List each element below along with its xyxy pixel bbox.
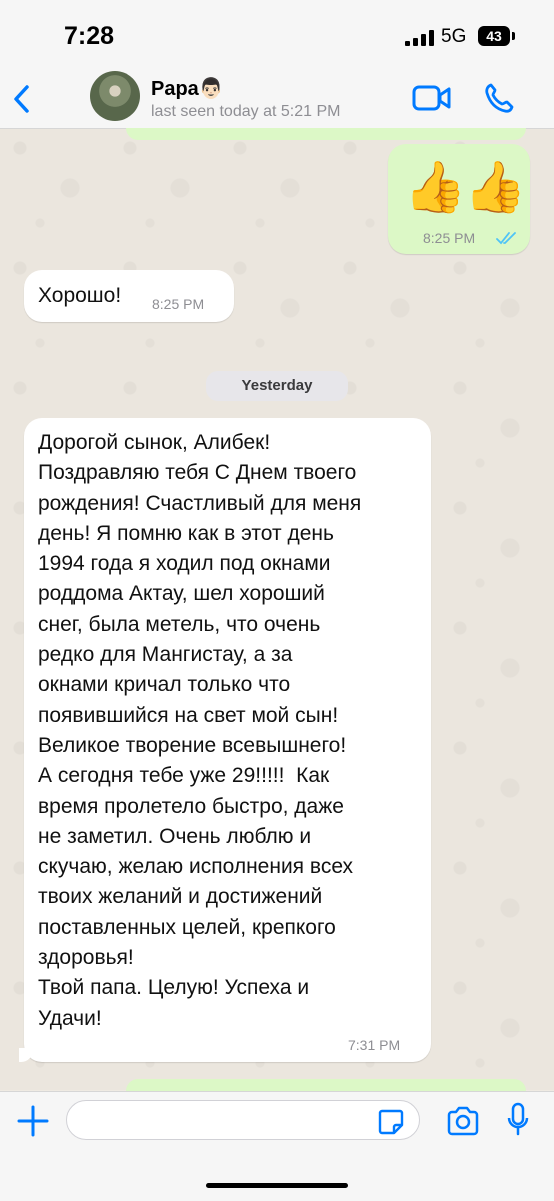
previous-message-peek (126, 128, 526, 140)
message-line: Поздравляю тебя С Днем твоего (38, 461, 357, 485)
message-line: Твой папа. Целую! Успеха и (38, 976, 310, 1000)
message-line: 1994 года я ходил под окнами (38, 552, 331, 576)
message-line: роддома Актау, шел хороший (38, 582, 325, 606)
message-time: 7:31 PM (348, 1037, 401, 1053)
message-line: твоих желаний и достижений (38, 885, 323, 909)
message-line: поставленных целей, крепкого (38, 915, 336, 939)
message-line: день! Я помню как в этот день (38, 521, 334, 545)
contact-emoji: 👨🏻 (198, 78, 224, 100)
incoming-message-bubble[interactable]: Хорошо! 8:25 PM (24, 270, 234, 322)
battery-tip (512, 32, 515, 40)
message-line: скучаю, желаю исполнения всех (38, 855, 354, 879)
message-line: А сегодня тебе уже 29!!!!! Как (38, 764, 330, 788)
last-seen-status: last seen today at 5:21 PM (151, 103, 341, 120)
message-line: появившийся на свет мой сын! (38, 703, 339, 727)
contact-name-text: Papa (151, 78, 199, 100)
home-indicator (206, 1183, 348, 1188)
next-message-peek (126, 1079, 526, 1091)
status-bar: 7:28 5G 43 (0, 0, 554, 70)
contact-avatar[interactable] (90, 71, 140, 121)
outgoing-message-bubble[interactable]: 👍👍 8:25 PM (388, 144, 530, 254)
plus-icon[interactable] (16, 1104, 50, 1138)
message-line: окнами кричал только что (38, 673, 291, 697)
message-line: время пролетело быстро, даже (38, 794, 344, 818)
contact-name[interactable]: Papa👨🏻 (151, 76, 224, 101)
incoming-message-bubble[interactable]: Дорогой сынок, Алибек! Поздравляю тебя С… (24, 418, 431, 1062)
video-call-icon[interactable] (412, 84, 452, 112)
microphone-icon[interactable] (506, 1102, 530, 1138)
message-time: 8:25 PM (152, 296, 205, 312)
phone-call-icon[interactable] (484, 82, 514, 114)
message-input[interactable] (66, 1100, 420, 1140)
message-text-block: Дорогой сынок, Алибек! Поздравляю тебя С… (38, 428, 423, 1034)
message-line: здоровья! (38, 946, 134, 970)
message-time: 8:25 PM (423, 230, 476, 246)
message-line: рождения! Счастливый для меня (38, 491, 362, 515)
chat-header: Papa👨🏻 last seen today at 5:21 PM (0, 70, 554, 129)
network-type: 5G (441, 26, 467, 47)
message-line: не заметил. Очень люблю и (38, 824, 312, 848)
status-time: 7:28 (64, 22, 115, 50)
sticker-icon[interactable] (377, 1108, 405, 1136)
message-line: редко для Мангистау, а за (38, 643, 293, 667)
battery-icon: 43 (478, 26, 510, 46)
cellular-signal-icon (405, 30, 434, 46)
camera-icon[interactable] (446, 1106, 480, 1136)
message-line: Удачи! (38, 1006, 102, 1030)
message-line: Дорогой сынок, Алибек! (38, 431, 271, 454)
message-line: Великое творение всевышнего! (38, 733, 347, 757)
thumbs-up-emoji: 👍👍 (404, 159, 527, 215)
back-chevron-icon[interactable] (8, 82, 36, 116)
day-separator: Yesterday (206, 371, 348, 401)
message-line: снег, была метель, что очень (38, 612, 321, 636)
read-receipt-icon (496, 232, 516, 245)
message-text: Хорошо! (38, 284, 122, 307)
